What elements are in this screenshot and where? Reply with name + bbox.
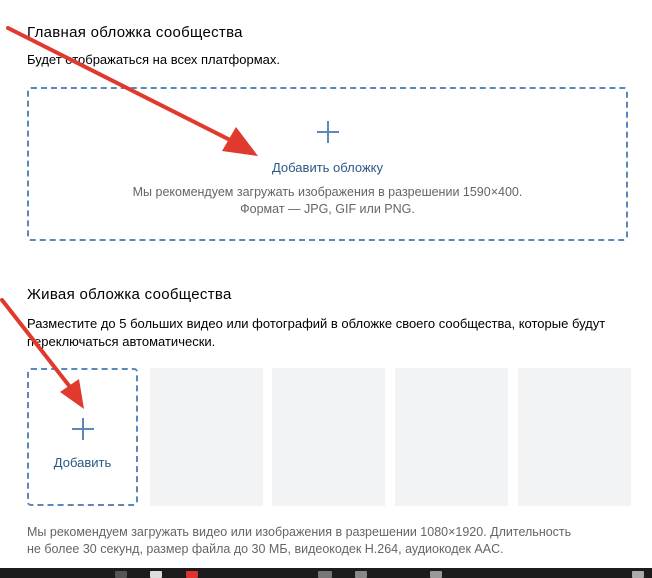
taskbar-icon[interactable] (632, 571, 644, 578)
plus-icon (317, 121, 339, 143)
live-cover-title: Живая обложка сообщества (27, 286, 232, 303)
live-cover-slot (272, 368, 385, 506)
main-cover-title: Главная обложка сообщества (27, 24, 243, 41)
taskbar-icon[interactable] (115, 571, 127, 578)
taskbar-icon[interactable] (318, 571, 332, 578)
taskbar-icon[interactable] (150, 571, 162, 578)
live-cover-slot (150, 368, 263, 506)
taskbar-icon[interactable] (430, 571, 442, 578)
main-cover-subtitle: Будет отображаться на всех платформах. (27, 52, 280, 67)
add-cover-dropzone[interactable]: Добавить обложку Мы рекомендуем загружат… (27, 87, 628, 241)
live-hint-line: Мы рекомендуем загружать видео или изобр… (27, 525, 572, 539)
taskbar-strip (0, 568, 652, 578)
add-live-cover-button[interactable]: Добавить (27, 368, 138, 506)
live-cover-format-hint: Мы рекомендуем загружать видео или изобр… (27, 524, 627, 558)
taskbar-icon[interactable] (186, 571, 198, 578)
add-cover-link[interactable]: Добавить обложку (29, 160, 626, 175)
cover-hint-line: Формат — JPG, GIF или PNG. (240, 202, 415, 216)
plus-icon (72, 418, 94, 440)
live-cover-description: Разместите до 5 больших видео или фотогр… (27, 316, 606, 349)
community-cover-settings: Главная обложка сообщества Будет отображ… (0, 0, 652, 578)
live-cover-slot (518, 368, 631, 506)
taskbar-icon[interactable] (355, 571, 367, 578)
live-cover-slot (395, 368, 508, 506)
cover-format-hint: Мы рекомендуем загружать изображения в р… (29, 184, 626, 218)
cover-hint-line: Мы рекомендуем загружать изображения в р… (132, 185, 523, 199)
add-live-cover-label: Добавить (53, 455, 112, 470)
live-hint-line: не более 30 секунд, размер файла до 30 М… (27, 542, 504, 556)
